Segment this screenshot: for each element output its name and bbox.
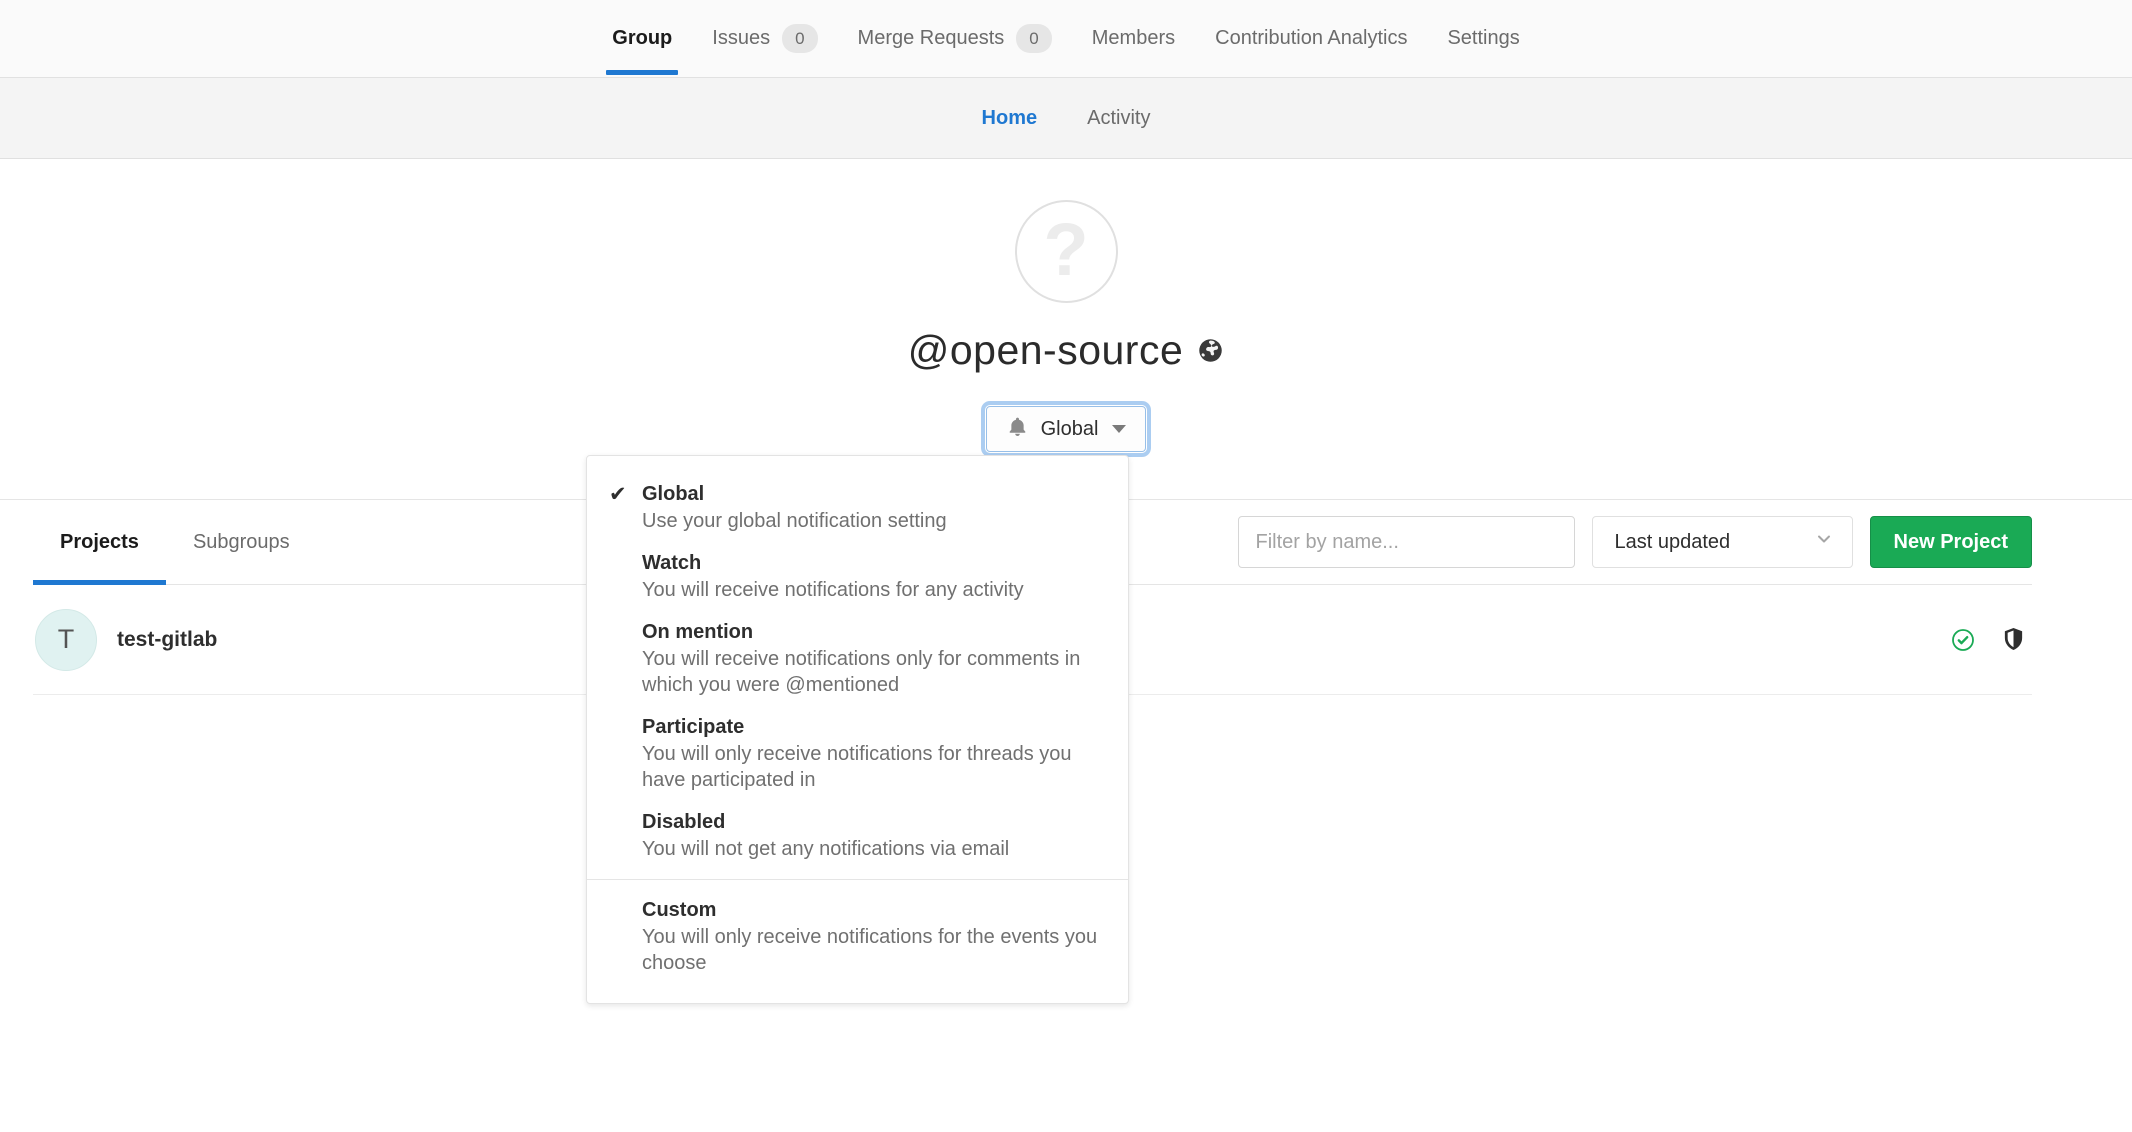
menu-divider (587, 879, 1128, 880)
group-name: @open-source (908, 327, 1184, 374)
tab-issues[interactable]: Issues 0 (692, 0, 837, 77)
tab-issues-label: Issues (712, 27, 770, 50)
menu-item-description: Use your global notification setting (642, 508, 1098, 534)
menu-item-custom[interactable]: Custom You will only receive notificatio… (587, 889, 1128, 984)
project-avatar: T (35, 609, 97, 671)
notification-dropdown-menu: ✔ Global Use your global notification se… (586, 455, 1129, 1004)
group-header: ? @open-source Global (0, 159, 2132, 499)
pipeline-status-passed-icon[interactable] (1951, 628, 1975, 652)
menu-item-title: Watch (642, 550, 1098, 576)
menu-item-participate[interactable]: Participate You will only receive notifi… (587, 706, 1128, 801)
check-icon: ✔ (609, 482, 627, 507)
new-project-button[interactable]: New Project (1870, 516, 2032, 568)
tab-merge-requests[interactable]: Merge Requests 0 (838, 0, 1072, 77)
menu-item-watch[interactable]: Watch You will receive notifications for… (587, 542, 1128, 611)
chevron-down-icon (1112, 425, 1126, 433)
menu-item-title: Global (642, 481, 1098, 507)
menu-item-global[interactable]: ✔ Global Use your global notification se… (587, 473, 1128, 542)
tab-members-label: Members (1092, 27, 1175, 50)
group-title: @open-source (0, 327, 2132, 374)
tab-projects-label: Projects (60, 531, 139, 554)
notification-dropdown-button[interactable]: Global (986, 406, 1147, 452)
subnav-item-home[interactable]: Home (982, 107, 1038, 130)
menu-item-on-mention[interactable]: On mention You will receive notification… (587, 611, 1128, 706)
tab-group-label: Group (612, 27, 672, 50)
project-initial: T (58, 624, 75, 655)
group-subnav: Home Activity (0, 78, 2132, 159)
earth-icon (1197, 337, 1224, 364)
projects-toolbar-controls: Last updated New Project (1238, 516, 2032, 568)
menu-item-description: You will receive notifications for any a… (642, 577, 1098, 603)
merge-requests-count-badge: 0 (1016, 24, 1051, 53)
project-name-link[interactable]: test-gitlab (117, 628, 217, 652)
subnav-item-activity[interactable]: Activity (1087, 107, 1150, 130)
group-avatar: ? (1015, 200, 1118, 303)
tab-subgroups[interactable]: Subgroups (166, 500, 317, 584)
projects-tabs: Projects Subgroups (33, 500, 317, 584)
notification-dropdown-label: Global (1041, 418, 1099, 441)
tab-contribution-analytics-label: Contribution Analytics (1215, 27, 1407, 50)
shield-icon (2002, 627, 2025, 652)
chevron-down-icon (1814, 529, 1834, 555)
filter-by-name-input[interactable] (1238, 516, 1575, 568)
tab-merge-requests-label: Merge Requests (858, 27, 1005, 50)
tab-projects[interactable]: Projects (33, 500, 166, 584)
tab-members[interactable]: Members (1072, 0, 1195, 77)
menu-item-description: You will only receive notifications for … (642, 741, 1098, 793)
tab-settings[interactable]: Settings (1427, 0, 1539, 77)
sort-dropdown-label: Last updated (1615, 531, 1731, 554)
menu-item-title: Disabled (642, 809, 1098, 835)
sort-dropdown[interactable]: Last updated (1592, 516, 1853, 568)
project-row-icons (1951, 627, 2025, 652)
issues-count-badge: 0 (782, 24, 817, 53)
menu-item-title: Custom (642, 897, 1098, 923)
menu-item-disabled[interactable]: Disabled You will not get any notificati… (587, 801, 1128, 870)
menu-item-title: On mention (642, 619, 1098, 645)
question-mark-glyph: ? (1043, 213, 1088, 287)
tab-contribution-analytics[interactable]: Contribution Analytics (1195, 0, 1427, 77)
group-nav: Group Issues 0 Merge Requests 0 Members … (0, 0, 2132, 78)
bell-icon (1006, 415, 1029, 444)
tab-subgroups-label: Subgroups (193, 531, 290, 554)
tab-settings-label: Settings (1447, 27, 1519, 50)
menu-item-description: You will not get any notifications via e… (642, 836, 1098, 862)
tab-group[interactable]: Group (592, 0, 692, 77)
menu-item-description: You will receive notifications only for … (642, 646, 1098, 698)
menu-item-title: Participate (642, 714, 1098, 740)
menu-item-description: You will only receive notifications for … (642, 924, 1098, 976)
